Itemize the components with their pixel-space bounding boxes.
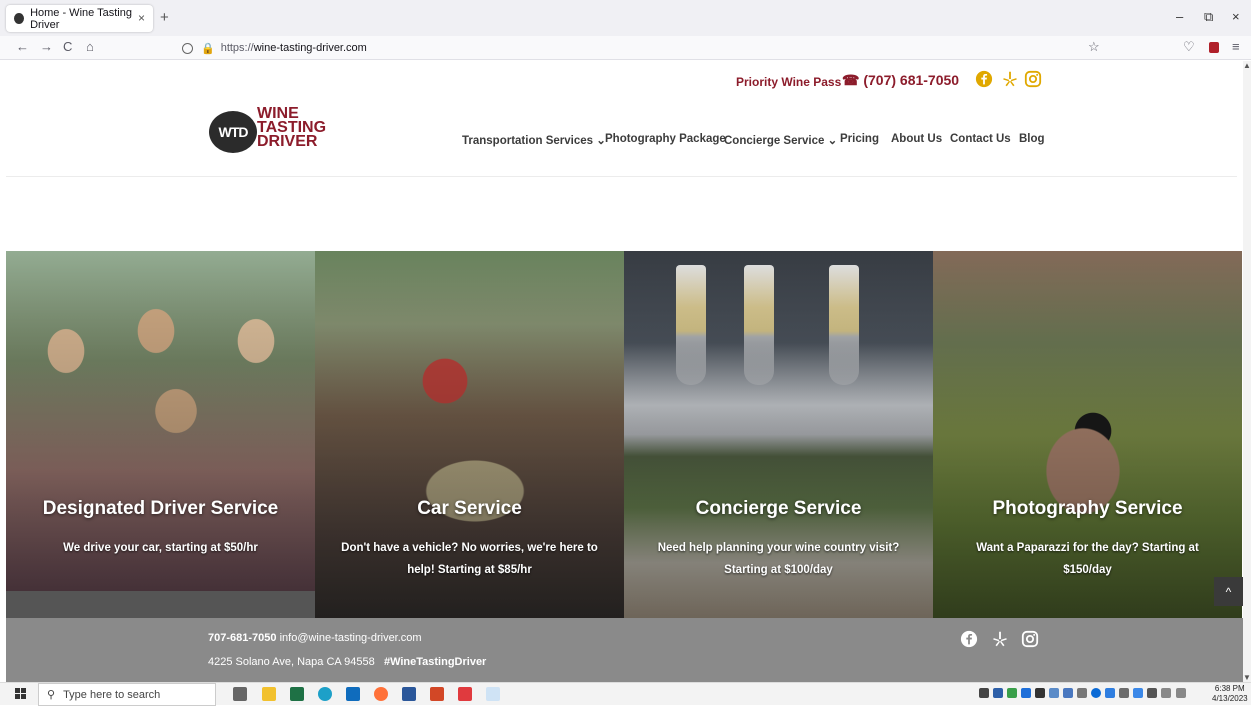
footer-instagram-icon[interactable] — [1021, 630, 1039, 648]
new-tab-button[interactable]: + — [160, 9, 169, 26]
site-favicon-icon — [14, 13, 25, 24]
search-icon: ⚲ — [47, 689, 56, 701]
firefox-icon[interactable] — [374, 687, 388, 701]
nav-concierge-service[interactable]: Concierge Service ⌄ — [724, 133, 837, 147]
network-icon[interactable] — [1147, 688, 1157, 698]
footer-hashtag: #WineTastingDriver — [383, 656, 487, 668]
browser-tab-strip: Home - Wine Tasting Driver × + – ⧉ × — [0, 0, 1251, 36]
wifi-icon[interactable] — [1161, 688, 1171, 698]
windows-taskbar: ⚲ Type here to search 6:38 PM 4/13/2023 — [0, 682, 1251, 706]
footer-address: 4225 Solano Ave, Napa CA 94558 — [208, 656, 375, 668]
system-clock[interactable]: 6:38 PM 4/13/2023 — [1212, 684, 1248, 704]
service-title: Concierge Service — [695, 498, 862, 519]
logo-wordmark: WINE TASTING DRIVER — [257, 105, 327, 150]
site-logo[interactable]: WTD WINE TASTING DRIVER — [209, 105, 339, 155]
browser-tab[interactable]: Home - Wine Tasting Driver × — [6, 5, 153, 32]
chevron-down-icon: ⌄ — [827, 135, 838, 147]
tray-app-icon[interactable] — [1105, 688, 1115, 698]
acrobat-icon[interactable] — [458, 687, 472, 701]
back-icon[interactable]: ← — [16, 39, 29, 54]
yelp-icon[interactable] — [1001, 70, 1019, 88]
service-card-photography[interactable]: Photography Service Want a Paparazzi for… — [933, 251, 1242, 618]
bookmark-star-icon[interactable]: ☆ — [1088, 39, 1100, 55]
tray-app-icon[interactable] — [1035, 688, 1045, 698]
scroll-up-icon[interactable]: ▲ — [1243, 61, 1251, 70]
page-scrollbar[interactable]: ▲ ▼ — [1243, 61, 1251, 682]
instagram-icon[interactable] — [1024, 70, 1042, 88]
home-icon[interactable]: ⌂ — [86, 39, 94, 54]
minimize-button[interactable]: – — [1176, 9, 1183, 24]
outlook-icon[interactable] — [346, 687, 360, 701]
tray-app-icon[interactable] — [1049, 688, 1059, 698]
service-card-car-service[interactable]: Car Service Don't have a vehicle? No wor… — [315, 251, 624, 618]
footer-facebook-icon[interactable] — [960, 630, 978, 648]
nav-about-us[interactable]: About Us — [891, 133, 942, 145]
tray-app-icon[interactable] — [1021, 688, 1031, 698]
tab-title: Home - Wine Tasting Driver — [30, 6, 132, 31]
onedrive-icon[interactable] — [1091, 688, 1101, 698]
service-description: We drive your car, starting at $50/hr — [63, 542, 258, 554]
nav-contact-us[interactable]: Contact Us — [950, 133, 1011, 145]
tray-app-icon[interactable] — [1077, 688, 1087, 698]
header-divider — [6, 176, 1237, 177]
footer-email[interactable]: info@wine-tasting-driver.com — [280, 632, 422, 644]
logo-badge: WTD — [209, 111, 257, 153]
service-title: Photography Service — [992, 498, 1183, 519]
window-close-button[interactable]: × — [1232, 9, 1240, 24]
tray-app-icon[interactable] — [993, 688, 1003, 698]
service-title: Designated Driver Service — [42, 498, 279, 519]
taskbar-search-box[interactable]: ⚲ Type here to search — [38, 683, 216, 706]
service-title: Car Service — [417, 498, 522, 519]
tray-app-icon[interactable] — [1063, 688, 1073, 698]
nav-transportation-services[interactable]: Transportation Services ⌄ — [462, 133, 606, 147]
address-bar[interactable]: 🔒 https://wine-tasting-driver.com — [182, 38, 1102, 58]
service-description: Want a Paparazzi for the day? Starting a… — [976, 542, 1199, 576]
windows-start-icon[interactable] — [15, 688, 27, 700]
app-menu-icon[interactable]: ≡ — [1232, 39, 1240, 54]
scroll-to-top-button[interactable]: ^ — [1214, 577, 1243, 606]
snipping-tool-icon[interactable] — [486, 687, 500, 701]
task-view-icon[interactable] — [233, 687, 247, 701]
footer-yelp-icon[interactable] — [991, 630, 1009, 648]
service-description: Don't have a vehicle? No worries, we're … — [341, 542, 598, 576]
service-card-designated-driver[interactable]: Designated Driver Service We drive your … — [6, 251, 315, 618]
facebook-icon[interactable] — [975, 70, 993, 88]
footer-phone[interactable]: 707-681-7050 — [208, 632, 277, 644]
url-text: https://wine-tasting-driver.com — [220, 42, 367, 54]
excel-icon[interactable] — [290, 687, 304, 701]
site-footer: 707-681-7050 info@wine-tasting-driver.co… — [6, 618, 1243, 682]
powerpoint-icon[interactable] — [430, 687, 444, 701]
priority-wine-pass-link[interactable]: Priority Wine Pass — [736, 75, 841, 89]
nav-blog[interactable]: Blog — [1019, 133, 1045, 145]
file-explorer-icon[interactable] — [262, 687, 276, 701]
nav-photography-package[interactable]: Photography Package — [605, 133, 726, 145]
scroll-down-icon[interactable]: ▼ — [1243, 673, 1251, 682]
tray-app-icon[interactable] — [1119, 688, 1129, 698]
tray-app-icon[interactable] — [1133, 688, 1143, 698]
pdf-extension-icon[interactable] — [1209, 42, 1219, 53]
search-placeholder: Type here to search — [63, 688, 161, 701]
tray-app-icon[interactable] — [1007, 688, 1017, 698]
service-card-concierge[interactable]: Concierge Service Need help planning you… — [624, 251, 933, 618]
tab-close-icon[interactable]: × — [138, 11, 145, 25]
lock-icon[interactable]: 🔒 — [201, 42, 215, 55]
restore-button[interactable]: ⧉ — [1204, 9, 1213, 25]
browser-toolbar: ← → C ⌂ 🔒 https://wine-tasting-driver.co… — [0, 36, 1251, 60]
reload-icon[interactable]: C — [63, 39, 72, 54]
forward-icon[interactable]: → — [40, 39, 53, 54]
header-phone-link[interactable]: ☎ (707) 681-7050 — [842, 72, 959, 89]
volume-icon[interactable] — [1176, 688, 1186, 698]
tray-app-icon[interactable] — [979, 688, 989, 698]
pocket-icon[interactable]: ♡ — [1183, 39, 1195, 55]
nav-pricing[interactable]: Pricing — [840, 133, 879, 145]
edge-icon[interactable] — [318, 687, 332, 701]
service-description: Need help planning your wine country vis… — [657, 542, 900, 576]
phone-icon: ☎ — [842, 72, 860, 88]
web-page: Priority Wine Pass ☎ (707) 681-7050 WTD … — [0, 61, 1243, 682]
word-icon[interactable] — [402, 687, 416, 701]
tracking-shield-icon[interactable] — [182, 42, 193, 54]
